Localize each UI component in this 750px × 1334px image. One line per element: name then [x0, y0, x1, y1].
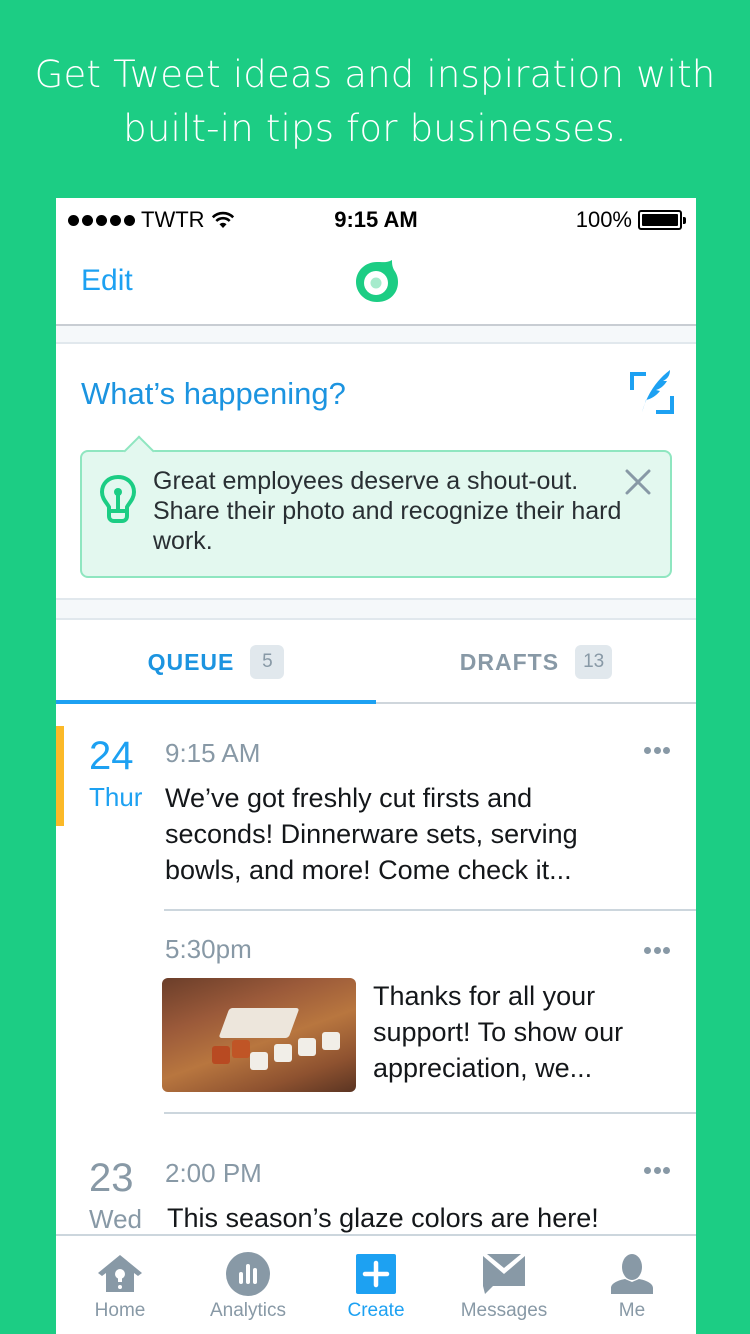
tabbar-messages-label: Messages — [460, 1300, 548, 1321]
analytics-icon — [226, 1252, 270, 1296]
close-icon[interactable] — [624, 468, 652, 496]
tab-drafts-label: DRAFTS — [459, 648, 560, 675]
tabbar-analytics[interactable]: Analytics — [184, 1236, 312, 1334]
more-options-icon[interactable] — [644, 947, 670, 955]
nav-bar: Edit — [56, 240, 696, 326]
phone-screen: TWTR 9:15 AM 100% Edit What’s happening? — [56, 198, 696, 1334]
queue-list: 24 Thur 9:15 AM We’ve got freshly cut fi… — [56, 706, 696, 1234]
twitter-dashboard-logo-icon — [356, 260, 398, 302]
tab-queue-label: QUEUE — [147, 648, 235, 675]
headline-line-1: Get Tweet ideas and inspiration with — [34, 53, 716, 96]
more-options-icon[interactable] — [644, 747, 670, 755]
compose-area: What’s happening? Great employees deserv… — [56, 346, 696, 598]
date-weekday: Thur — [89, 782, 143, 812]
bottom-tab-bar: Home Analytics Create Messages Me — [56, 1234, 696, 1334]
date-number: 23 — [89, 1156, 134, 1200]
person-icon — [611, 1254, 653, 1294]
edit-button[interactable]: Edit — [81, 264, 133, 298]
divider — [164, 1112, 696, 1114]
tabbar-messages[interactable]: Messages — [440, 1236, 568, 1334]
drafts-count-badge: 13 — [575, 645, 613, 679]
tabbar-me[interactable]: Me — [568, 1236, 696, 1334]
tweet-text[interactable]: This season’s glaze colors are here! — [167, 1200, 667, 1234]
plus-create-icon — [356, 1254, 396, 1294]
battery-icon — [638, 210, 686, 230]
section-separator — [56, 598, 696, 620]
post-time: 2:00 PM — [165, 1158, 262, 1188]
date-weekday: Wed — [89, 1204, 142, 1234]
battery-percent: 100% — [575, 207, 632, 232]
birdhouse-home-icon — [98, 1255, 142, 1292]
tip-text: Great employees deserve a shout-out. Sha… — [153, 467, 622, 555]
queue-count-badge: 5 — [250, 645, 285, 679]
post-time: 5:30pm — [165, 934, 252, 964]
quill-compose-icon[interactable] — [630, 368, 674, 416]
tweet-text[interactable]: We’ve got freshly cut firsts and seconds… — [165, 780, 635, 888]
tab-queue[interactable]: QUEUE 5 — [56, 620, 376, 704]
tweet-image-thumbnail[interactable] — [162, 978, 356, 1092]
tweet-text[interactable]: Thanks for all your support! To show our… — [373, 978, 673, 1086]
promo-headline: Get Tweet ideas and inspiration with bui… — [0, 48, 750, 156]
headline-line-2: built-in tips for businesses. — [123, 107, 627, 150]
more-options-icon[interactable] — [644, 1167, 670, 1175]
lightbulb-icon — [99, 474, 137, 523]
today-marker — [56, 726, 64, 826]
tabbar-me-label: Me — [618, 1300, 646, 1321]
tabbar-home[interactable]: Home — [56, 1236, 184, 1334]
queue-drafts-tabs: QUEUE 5 DRAFTS 13 — [56, 620, 696, 704]
section-separator — [56, 326, 696, 344]
post-time: 9:15 AM — [165, 738, 261, 768]
tabbar-analytics-label: Analytics — [209, 1300, 287, 1321]
messages-icon — [483, 1254, 525, 1294]
tab-drafts[interactable]: DRAFTS 13 — [376, 620, 696, 704]
divider — [164, 909, 696, 911]
tabbar-create[interactable]: Create — [312, 1236, 440, 1334]
tabbar-create-label: Create — [347, 1300, 405, 1321]
status-bar: TWTR 9:15 AM 100% — [56, 198, 696, 240]
tabbar-home-label: Home — [94, 1300, 146, 1321]
tip-banner: Great employees deserve a shout-out. Sha… — [80, 435, 672, 578]
compose-prompt[interactable]: What’s happening? — [81, 376, 346, 412]
active-tab-indicator — [56, 700, 376, 704]
date-number: 24 — [89, 734, 134, 778]
